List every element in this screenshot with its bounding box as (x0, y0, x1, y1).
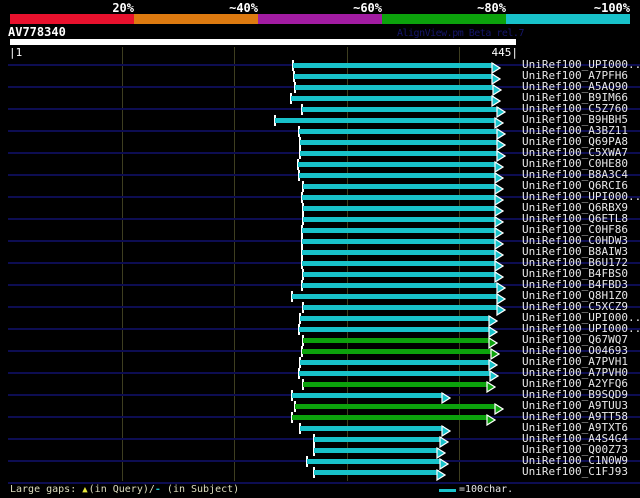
alignment-bar[interactable] (302, 195, 497, 200)
identity-scale-label: 20% (112, 1, 134, 15)
alignment-bar[interactable] (303, 382, 489, 387)
query-id: AV778340 (8, 25, 66, 39)
alignment-bar[interactable] (299, 173, 497, 178)
identity-scale-label: ~60% (353, 1, 382, 15)
subject-gap-marker-icon: - (154, 484, 161, 495)
subject-gap-text: (in Subject) (166, 484, 240, 495)
gaps-legend: Large gaps: ▲(in Query)/- (in Subject) (10, 484, 239, 495)
alignment-bar[interactable] (300, 426, 444, 431)
alignment-bar[interactable] (300, 140, 499, 145)
blast-alignment-overview: 20% ~40% ~60% ~80% ~100% AV778340 AlignView.… (0, 0, 640, 498)
alignment-bar[interactable] (291, 96, 494, 101)
alignment-bar[interactable] (302, 107, 499, 112)
app-version-note: AlignView.pm Beta rel.7 (397, 28, 524, 39)
alignment-bar[interactable] (314, 448, 439, 453)
alignment-bar[interactable] (302, 228, 497, 233)
alignment-bar[interactable] (298, 162, 497, 167)
alignment-bar[interactable] (299, 371, 492, 376)
alignment-bar[interactable] (303, 217, 497, 222)
alignment-bar[interactable] (302, 261, 497, 266)
alignment-bar[interactable] (300, 360, 491, 365)
alignment-bar[interactable] (292, 415, 489, 420)
alignment-bar[interactable] (303, 305, 499, 310)
alignment-bar[interactable] (302, 250, 497, 255)
scale-legend-bar-icon (439, 489, 456, 492)
alignment-bar[interactable] (303, 206, 497, 211)
alignment-arrowhead-icon[interactable] (486, 411, 497, 427)
alignment-bar[interactable] (307, 459, 442, 464)
identity-scale-segment (134, 14, 258, 24)
identity-scale-label: ~40% (229, 1, 258, 15)
alignment-bar[interactable] (314, 437, 442, 442)
alignment-bar[interactable] (302, 239, 497, 244)
alignment-arrowhead-icon[interactable] (486, 378, 497, 394)
alignment-bar[interactable] (300, 316, 491, 321)
alignment-bar[interactable] (294, 74, 494, 79)
identity-scale-segment (382, 14, 506, 24)
gaps-legend-prefix: Large gaps: (10, 484, 77, 495)
alignment-bar[interactable] (292, 294, 499, 299)
alignment-bar[interactable] (303, 338, 491, 343)
identity-scale-label: ~100% (593, 1, 630, 15)
alignment-bar[interactable] (303, 272, 497, 277)
identity-scale-segment (10, 14, 134, 24)
alignment-bar[interactable] (295, 404, 497, 409)
ruler-end-label: 445| (491, 46, 519, 59)
alignment-bar[interactable] (275, 118, 497, 123)
scale-legend-label: =100char. (459, 484, 514, 495)
identity-scale-label: ~80% (477, 1, 506, 15)
alignment-bar[interactable] (293, 63, 494, 68)
alignment-bar[interactable] (314, 470, 439, 475)
query-bar (10, 39, 516, 45)
alignment-bar[interactable] (302, 349, 493, 354)
alignment-bar[interactable] (299, 327, 491, 332)
query-gap-text: (in Query)/ (88, 484, 155, 495)
hit-label: UniRef100_C1FJ93 (522, 465, 628, 478)
alignment-bar[interactable] (302, 283, 499, 288)
alignment-bar[interactable] (303, 184, 497, 189)
identity-scale-segment (506, 14, 630, 24)
alignment-bar[interactable] (292, 393, 444, 398)
query-gap-marker-icon: ▲ (82, 485, 88, 495)
alignment-bar[interactable] (299, 129, 499, 134)
alignment-bar[interactable] (300, 151, 499, 156)
alignment-arrowhead-icon[interactable] (436, 466, 447, 482)
ruler-start-label: |1 (9, 46, 23, 59)
alignment-bar[interactable] (295, 85, 495, 90)
identity-scale-segment (258, 14, 382, 24)
alignment-arrowhead-icon[interactable] (441, 389, 452, 405)
